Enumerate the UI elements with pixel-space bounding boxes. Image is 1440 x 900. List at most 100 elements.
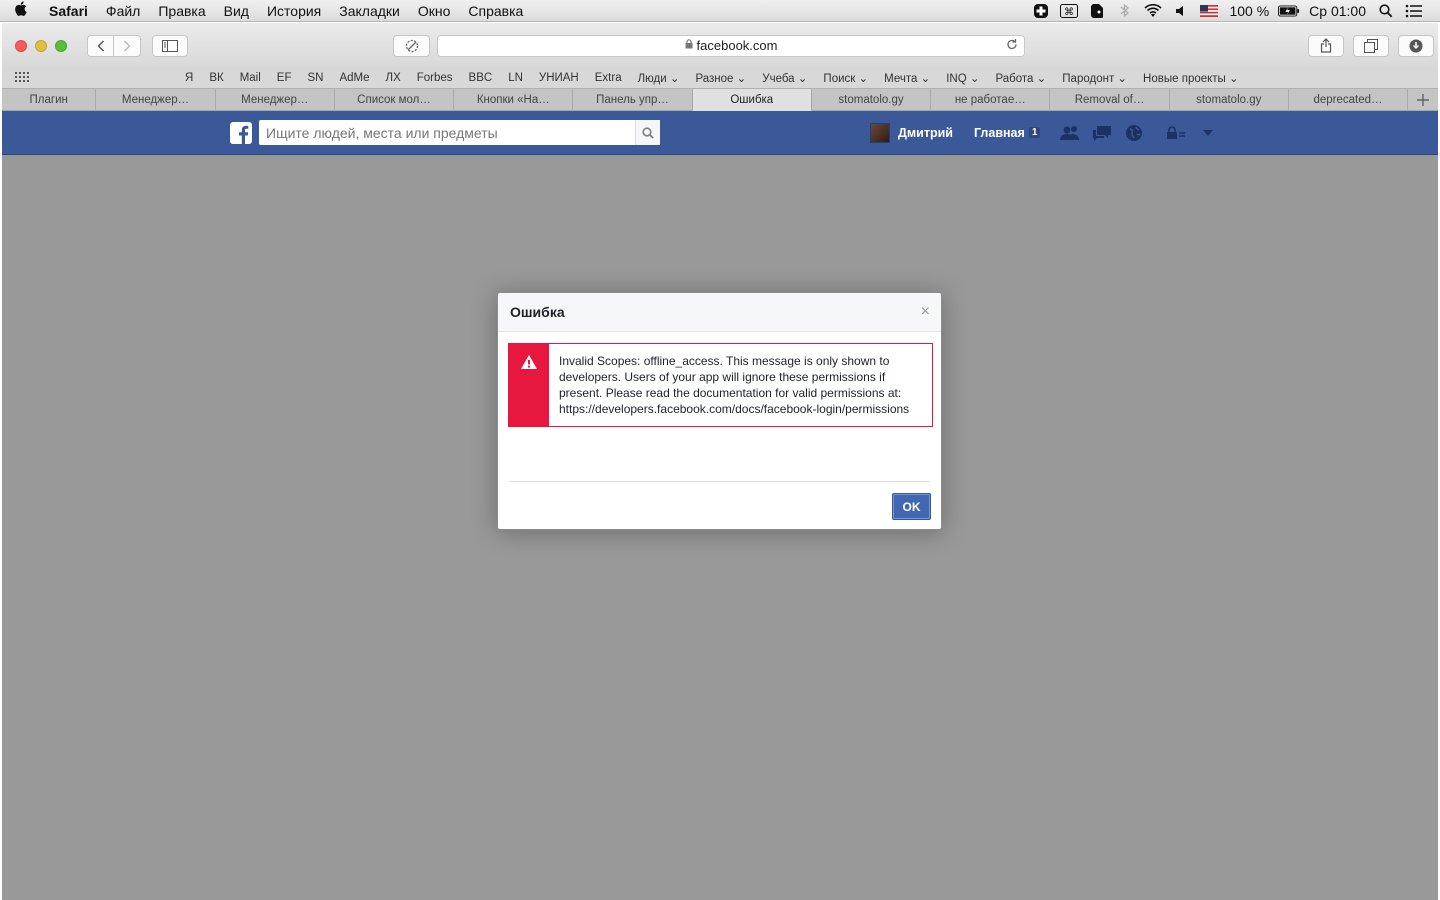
url-text: facebook.com <box>696 38 778 53</box>
bookmark-ef[interactable]: EF <box>269 72 300 84</box>
bookmark-ya[interactable]: Я <box>177 72 201 84</box>
bookmark-folder-new-projects[interactable]: Новые проекты ⌄ <box>1135 71 1247 85</box>
bluetooth-icon[interactable] <box>1114 3 1136 19</box>
bookmark-extra[interactable]: Extra <box>587 72 630 84</box>
menu-help[interactable]: Справка <box>459 3 532 19</box>
bookmarks-bar: Я ВК Mail EF SN AdMe ЛХ Forbes BBC LN УН… <box>2 68 1438 88</box>
extension-button[interactable] <box>393 34 430 57</box>
menu-bar: Safari Файл Правка Вид История Закладки … <box>0 0 1440 22</box>
sidebar-toggle-button[interactable] <box>152 34 188 57</box>
chevron-right-icon <box>123 39 131 52</box>
dialog-header: Ошибка × <box>498 293 941 332</box>
bookmark-folder-misc[interactable]: Разное ⌄ <box>687 71 754 85</box>
tab-deprecated[interactable]: deprecated… <box>1289 89 1409 111</box>
menu-app-safari[interactable]: Safari <box>40 3 97 19</box>
dialog-title: Ошибка <box>510 304 565 320</box>
bookmark-folder-inq[interactable]: INQ ⌄ <box>938 71 987 85</box>
volume-icon[interactable] <box>1170 3 1192 19</box>
share-icon <box>1320 38 1332 53</box>
bookmark-lh[interactable]: ЛХ <box>378 72 409 84</box>
menu-window[interactable]: Окно <box>409 3 460 19</box>
tab-manager-2[interactable]: Менеджер… <box>216 89 335 111</box>
bookmark-mail[interactable]: Mail <box>232 72 269 84</box>
error-message-text: Invalid Scopes: offline_access. This mes… <box>549 344 919 426</box>
command-key-icon[interactable]: ⌘ <box>1058 3 1080 19</box>
battery-percent: 100 % <box>1229 2 1270 19</box>
bookmark-forbes[interactable]: Forbes <box>409 72 461 84</box>
friend-requests-icon[interactable] <box>1058 123 1082 143</box>
fullscreen-window-button[interactable] <box>55 39 67 52</box>
tab-removal[interactable]: Removal of… <box>1050 89 1170 111</box>
new-tab-button[interactable] <box>1408 89 1438 110</box>
forward-button[interactable] <box>114 34 141 57</box>
tab-buttons[interactable]: Кнопки «На… <box>454 89 574 111</box>
error-dialog: Ошибка × Invalid Scopes: offline_access.… <box>497 292 942 530</box>
bookmark-bbc[interactable]: BBC <box>461 72 501 84</box>
notification-center-icon[interactable] <box>1403 3 1425 19</box>
battery-icon[interactable] <box>1278 3 1300 19</box>
home-count-badge: 1 <box>1028 127 1041 138</box>
menu-edit[interactable]: Правка <box>149 3 214 19</box>
tab-control-panel[interactable]: Панель упр… <box>573 89 693 111</box>
menu-view[interactable]: Вид <box>215 3 258 19</box>
tab-bar: Плагин Менеджер… Менеджер… Список мол… К… <box>2 88 1438 111</box>
notifications-globe-icon[interactable] <box>1122 123 1146 143</box>
spotlight-search-icon[interactable] <box>1375 3 1397 19</box>
bookmark-folder-parodont[interactable]: Пародонт ⌄ <box>1054 71 1135 85</box>
profile-link[interactable]: Дмитрий <box>870 122 953 143</box>
address-bar[interactable]: facebook.com <box>437 34 1025 57</box>
bookmark-ln[interactable]: LN <box>500 72 531 84</box>
share-button[interactable] <box>1308 34 1344 57</box>
facebook-search-input[interactable]: Ищите людей, места или предметы <box>259 120 660 145</box>
tab-not-working[interactable]: не работае… <box>931 89 1051 111</box>
download-icon <box>1409 39 1423 52</box>
reload-icon[interactable] <box>1006 38 1018 54</box>
bookmark-unian[interactable]: УНИАН <box>531 72 587 84</box>
show-all-tabs-button[interactable] <box>1353 34 1389 57</box>
bookmark-vk[interactable]: ВК <box>201 72 231 84</box>
error-line: present. Please read the documentation f… <box>559 386 902 400</box>
search-placeholder: Ищите людей, места или предметы <box>266 124 498 141</box>
apple-icon[interactable] <box>0 1 40 20</box>
facebook-logo-icon[interactable] <box>230 121 252 144</box>
home-link[interactable]: Главная 1 <box>974 126 1041 140</box>
search-button[interactable] <box>635 120 660 145</box>
bookmark-folder-search[interactable]: Поиск ⌄ <box>815 71 876 85</box>
tab-manager-1[interactable]: Менеджер… <box>96 89 216 111</box>
tab-plugin[interactable]: Плагин <box>2 89 97 111</box>
error-message-box: Invalid Scopes: offline_access. This mes… <box>508 343 933 427</box>
tab-list[interactable]: Список мол… <box>335 89 455 111</box>
us-flag-icon[interactable] <box>1198 3 1220 19</box>
bookmark-folder-work[interactable]: Работа ⌄ <box>988 71 1055 85</box>
warning-icon <box>521 355 537 369</box>
menu-bookmarks[interactable]: Закладки <box>330 3 409 19</box>
bookmark-folder-dream[interactable]: Мечта ⌄ <box>876 71 938 85</box>
medical-cross-icon[interactable] <box>1030 3 1052 19</box>
account-menu-chevron-down-icon[interactable] <box>1196 123 1220 143</box>
bookmark-folder-people[interactable]: Люди ⌄ <box>630 71 688 85</box>
bookmark-sn[interactable]: SN <box>299 72 331 84</box>
menu-clock[interactable]: Ср 01:00 <box>1309 3 1366 19</box>
tab-error-active[interactable]: Ошибка <box>692 89 812 111</box>
back-button[interactable] <box>87 34 114 57</box>
bookmark-folder-study[interactable]: Учеба ⌄ <box>754 71 815 85</box>
top-sites-grid-icon[interactable] <box>2 71 42 85</box>
tab-stomatology-1[interactable]: stomatolo.gy <box>812 89 932 111</box>
menu-file[interactable]: Файл <box>97 3 149 19</box>
downloads-button[interactable] <box>1398 34 1434 57</box>
window-controls <box>15 39 67 52</box>
privacy-shortcuts-icon[interactable] <box>1164 123 1188 143</box>
evernote-icon[interactable] <box>1086 3 1108 19</box>
menu-history[interactable]: История <box>258 3 330 19</box>
wifi-icon[interactable] <box>1142 3 1164 19</box>
close-window-button[interactable] <box>15 39 27 52</box>
ok-button[interactable]: OK <box>892 493 931 520</box>
close-icon[interactable]: × <box>921 304 930 320</box>
tab-stomatology-2[interactable]: stomatolo.gy <box>1170 89 1289 111</box>
menu-extras: ⌘ 100 % Ср 01:00 <box>1027 0 1440 22</box>
messages-icon[interactable] <box>1090 123 1114 143</box>
minimize-window-button[interactable] <box>35 39 47 52</box>
tabs-overview-icon <box>1364 38 1378 53</box>
dialog-divider <box>509 481 930 482</box>
bookmark-adme[interactable]: AdMe <box>331 72 377 84</box>
